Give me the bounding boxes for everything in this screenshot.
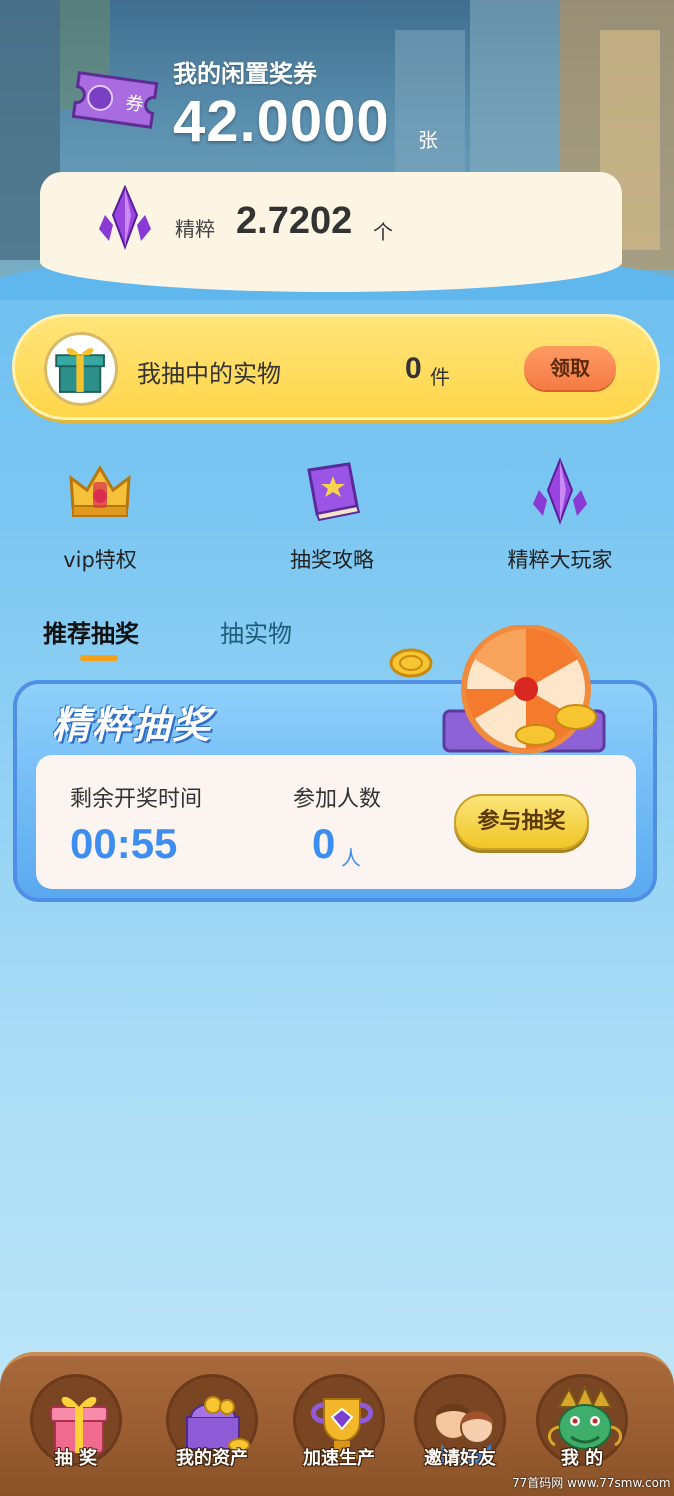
nav-invite-friends[interactable]: 邀请好友 xyxy=(405,1374,515,1470)
participants-unit: 人 xyxy=(341,846,361,870)
shortcut-vip[interactable]: vip特权 xyxy=(25,456,175,574)
prize-count: 0 xyxy=(405,352,422,385)
lottery-title: 精粹抽奖 xyxy=(52,703,213,747)
participants-value: 0 xyxy=(312,820,336,867)
nav-me-label: 我 的 xyxy=(560,1448,604,1469)
nav-lottery-label: 抽 奖 xyxy=(54,1448,98,1469)
prize-label: 我抽中的实物 xyxy=(137,360,281,388)
shortcut-vip-label: vip特权 xyxy=(63,548,137,572)
ticket-icon-label: 券 xyxy=(124,93,145,116)
essence-label: 精粹 xyxy=(175,217,215,241)
tab-recommended-lottery[interactable]: 推荐抽奖 xyxy=(43,614,139,649)
crown-icon xyxy=(69,465,131,517)
voucher-value: 42.0000 xyxy=(173,89,390,154)
nav-my-assets-label: 我的资产 xyxy=(176,1448,248,1469)
essence-unit: 个 xyxy=(373,220,393,244)
nav-boost-production[interactable]: 加速生产 xyxy=(284,1374,394,1470)
coin-icon xyxy=(389,648,433,678)
join-lottery-button[interactable]: 参与抽奖 xyxy=(454,794,589,850)
active-tab-indicator xyxy=(80,655,118,661)
nav-lottery[interactable]: 抽 奖 xyxy=(21,1374,131,1470)
prize-unit: 件 xyxy=(430,365,450,389)
shortcut-guide[interactable]: 抽奖攻略 xyxy=(257,456,407,574)
tab-physical-lottery[interactable]: 抽实物 xyxy=(220,614,292,649)
essence-value: 2.7202 xyxy=(236,200,353,242)
prize-wheel-icon xyxy=(442,625,606,754)
nav-invite-friends-label: 邀请好友 xyxy=(424,1448,496,1469)
shortcut-essence-player-label: 精粹大玩家 xyxy=(507,548,613,572)
site-watermark: 77首码网 www.77smw.com xyxy=(512,1476,671,1490)
gift-box-icon xyxy=(44,332,118,406)
shortcut-essence-player[interactable]: 精粹大玩家 xyxy=(485,456,635,574)
crystal-icon xyxy=(533,457,587,525)
book-icon xyxy=(307,462,361,522)
voucher-title: 我的闲置奖券 xyxy=(173,60,317,88)
crystal-icon xyxy=(99,185,151,250)
remaining-time-label: 剩余开奖时间 xyxy=(70,787,203,812)
nav-boost-production-label: 加速生产 xyxy=(303,1448,375,1469)
nav-me[interactable]: 我 的 xyxy=(527,1374,637,1470)
participants-label: 参加人数 xyxy=(293,787,382,812)
shortcut-guide-label: 抽奖攻略 xyxy=(290,548,374,572)
remaining-time-value: 00:55 xyxy=(70,820,178,867)
nav-my-assets[interactable]: 我的资产 xyxy=(157,1374,267,1470)
voucher-unit: 张 xyxy=(418,128,438,152)
claim-button[interactable]: 领取 xyxy=(524,346,616,390)
